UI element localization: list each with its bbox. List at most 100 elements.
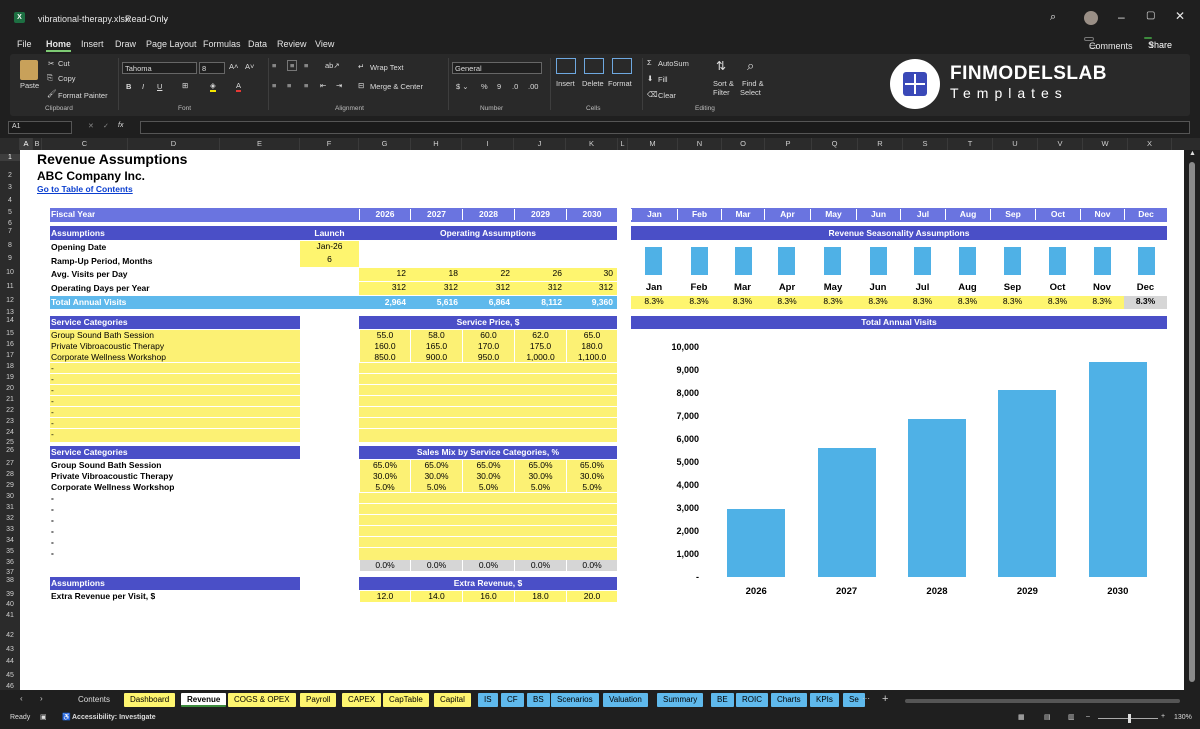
avg-visits-2027[interactable]: 18 [410, 268, 462, 281]
row-header-17[interactable]: 17 [0, 352, 20, 359]
column-header-b[interactable]: B [33, 138, 42, 150]
price-service-name-1[interactable]: Private Vibroacoustic Therapy [51, 341, 164, 352]
row-header-7[interactable]: 7 [0, 228, 20, 235]
season-pct-dec[interactable]: 8.3% [1124, 296, 1167, 309]
row-header-31[interactable]: 31 [0, 504, 20, 511]
row-header-20[interactable]: 20 [0, 385, 20, 392]
sheet-tab-valuation[interactable]: Valuation [603, 693, 648, 707]
mix-1-2027[interactable]: 30.0% [410, 471, 462, 482]
row-header-5[interactable]: 5 [0, 209, 20, 216]
row-header-12[interactable]: 12 [0, 297, 20, 304]
cancel-icon[interactable]: ✕ [88, 122, 94, 130]
row-header-10[interactable]: 10 [0, 269, 20, 276]
worksheet[interactable]: Revenue Assumptions ABC Company Inc. Go … [20, 150, 1184, 690]
align-top-icon[interactable]: ≡ [272, 61, 276, 70]
row-header-14[interactable]: 14 [0, 317, 20, 324]
add-sheet-icon[interactable]: + [882, 693, 888, 705]
zoom-slider-thumb[interactable] [1128, 714, 1131, 723]
row-header-22[interactable]: 22 [0, 407, 20, 414]
row-header-43[interactable]: 43 [0, 646, 20, 653]
column-header-f[interactable]: F [300, 138, 359, 150]
column-header-w[interactable]: W [1083, 138, 1128, 150]
accessibility-status[interactable]: Accessibility: Investigate [72, 714, 156, 721]
column-header-l[interactable]: L [618, 138, 628, 150]
insert-cells-button[interactable]: Insert [556, 79, 575, 88]
sheet-tab-capex[interactable]: CAPEX [342, 693, 382, 707]
autosum-button[interactable]: AutoSum [658, 59, 689, 68]
row-header-25[interactable]: 25 [0, 439, 20, 446]
row-header-19[interactable]: 19 [0, 374, 20, 381]
ramp-up-value[interactable]: 6 [300, 254, 359, 267]
total-visits-2028[interactable]: 6,864 [462, 297, 514, 308]
op-days-2026[interactable]: 312 [359, 282, 410, 295]
copy-button[interactable]: Copy [58, 74, 76, 83]
season-pct-apr[interactable]: 8.3% [764, 296, 810, 309]
column-header-u[interactable]: U [993, 138, 1038, 150]
row-header-40[interactable]: 40 [0, 601, 20, 608]
column-header-t[interactable]: T [948, 138, 993, 150]
paste-button[interactable]: Paste [20, 81, 39, 90]
decrease-decimal-icon[interactable]: .00 [528, 82, 538, 91]
row-header-24[interactable]: 24 [0, 429, 20, 436]
horizontal-scrollbar[interactable] [905, 699, 1180, 703]
season-pct-may[interactable]: 8.3% [810, 296, 856, 309]
fill-button[interactable]: Fill [658, 75, 668, 84]
row-header-23[interactable]: 23 [0, 418, 20, 425]
row-header-9[interactable]: 9 [0, 255, 20, 262]
season-pct-oct[interactable]: 8.3% [1035, 296, 1080, 309]
row-header-15[interactable]: 15 [0, 330, 20, 337]
underline-button[interactable]: U [157, 82, 162, 91]
price-service-name-0[interactable]: Group Sound Bath Session [51, 330, 154, 341]
wrap-text-button[interactable]: Wrap Text [370, 63, 404, 72]
mix-0-2027[interactable]: 65.0% [410, 460, 462, 471]
tab-scroll-right-icon[interactable]: › [40, 694, 43, 703]
column-header-i[interactable]: I [462, 138, 514, 150]
mix-0-2028[interactable]: 65.0% [462, 460, 514, 471]
season-pct-jul[interactable]: 8.3% [900, 296, 945, 309]
tab-formulas[interactable]: Formulas [203, 39, 241, 49]
cut-button[interactable]: Cut [58, 59, 70, 68]
sheet-tab-revenue[interactable]: Revenue [181, 693, 227, 707]
page-layout-view-icon[interactable]: ▤ [1044, 713, 1051, 721]
extra-2029[interactable]: 18.0 [514, 591, 566, 602]
name-box[interactable]: A1 [8, 121, 72, 134]
align-center-icon[interactable]: ≡ [287, 81, 291, 90]
clear-button[interactable]: Clear [658, 91, 676, 100]
row-header-38[interactable]: 38 [0, 577, 20, 584]
currency-icon[interactable]: $ ⌄ [456, 82, 469, 91]
sheet-tab-roic[interactable]: ROIC [736, 693, 768, 707]
mix-1-2029[interactable]: 30.0% [514, 471, 566, 482]
sheet-tab-bs[interactable]: BS [527, 693, 550, 707]
formula-input[interactable] [140, 121, 1190, 134]
total-visits-2026[interactable]: 2,964 [359, 297, 410, 308]
bold-button[interactable]: B [126, 82, 131, 91]
avatar[interactable] [1084, 11, 1098, 25]
price-0-2026[interactable]: 55.0 [359, 330, 410, 341]
more-tabs-icon[interactable]: ⋯ [862, 694, 870, 703]
share-button[interactable]: ⇪ Share [1144, 37, 1172, 50]
comma-icon[interactable]: 9 [497, 82, 501, 91]
column-header-j[interactable]: J [514, 138, 566, 150]
opening-date-value[interactable]: Jan-26 [300, 241, 359, 254]
season-pct-mar[interactable]: 8.3% [721, 296, 764, 309]
align-right-icon[interactable]: ≡ [304, 81, 308, 90]
extra-2030[interactable]: 20.0 [566, 591, 617, 602]
mix-0-2026[interactable]: 65.0% [359, 460, 410, 471]
zoom-in-icon[interactable]: + [1161, 713, 1165, 720]
avg-visits-2026[interactable]: 12 [359, 268, 410, 281]
align-left-icon[interactable]: ≡ [272, 81, 276, 90]
row-header-34[interactable]: 34 [0, 537, 20, 544]
extra-2027[interactable]: 14.0 [410, 591, 462, 602]
mix-1-2026[interactable]: 30.0% [359, 471, 410, 482]
search-icon[interactable]: ⌕ [1050, 11, 1056, 24]
column-header-o[interactable]: O [722, 138, 765, 150]
tab-file[interactable]: File [17, 39, 32, 49]
mix-0-2030[interactable]: 65.0% [566, 460, 617, 471]
paste-icon[interactable] [20, 60, 38, 80]
row-header-26[interactable]: 26 [0, 447, 20, 454]
row-header-36[interactable]: 36 [0, 559, 20, 566]
column-header-s[interactable]: S [903, 138, 948, 150]
price-0-2029[interactable]: 62.0 [514, 330, 566, 341]
column-header-n[interactable]: N [678, 138, 722, 150]
select-all-corner[interactable] [0, 138, 20, 150]
